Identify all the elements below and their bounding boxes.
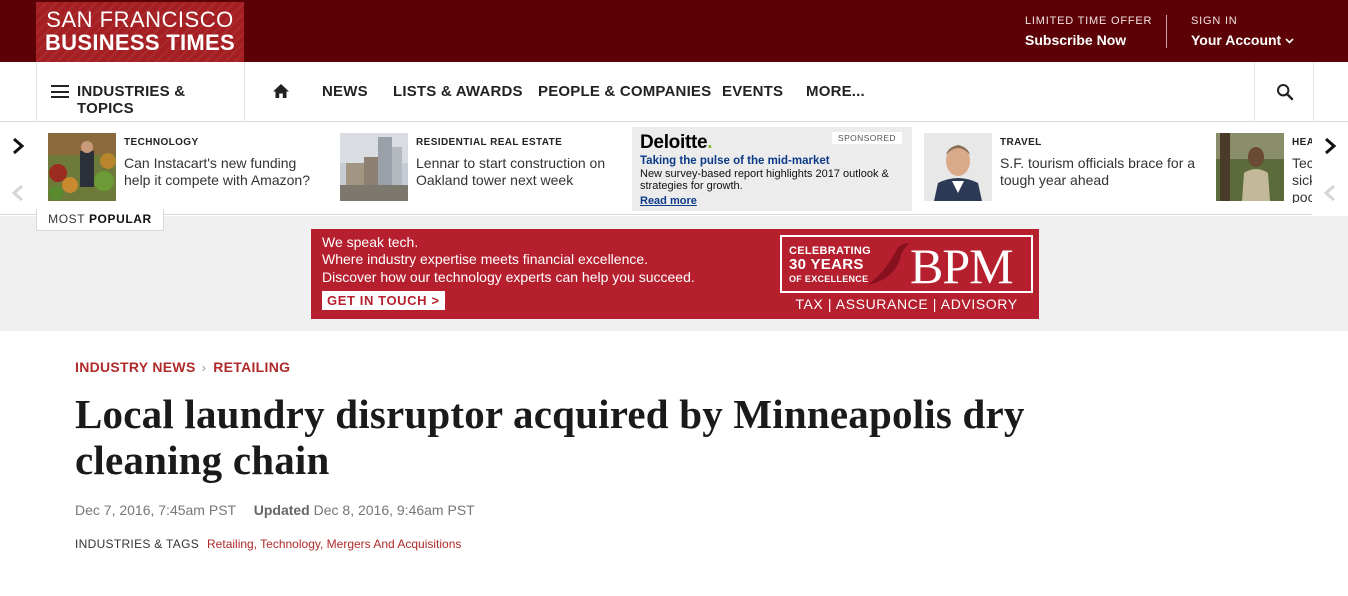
header-divider [1166,15,1167,48]
nav-lists-awards[interactable]: LISTS & AWARDS [393,83,523,100]
nav-events[interactable]: EVENTS [722,83,783,100]
bpm-swoosh-icon [868,243,910,285]
most-popular-bold: POPULAR [88,212,152,226]
chevron-down-icon[interactable] [1285,36,1294,47]
chevron-left-icon[interactable] [1323,184,1337,202]
bpm-banner-ad[interactable]: We speak tech. Where industry expertise … [311,229,1039,319]
tags-label: INDUSTRIES & TAGS [75,537,200,551]
ad-line-1: We speak tech. [322,234,419,250]
carousel-prev-button[interactable] [0,124,36,168]
carousel-next-disabled-button[interactable] [1312,171,1348,215]
sponsor-brand-dot: . [707,132,713,153]
sponsored-body: New survey-based report highlights 2017 … [640,168,889,192]
article-tags: INDUSTRIES & TAGS Retailing, Technology, … [75,537,461,551]
carousel-item[interactable]: RESIDENTIAL REAL ESTATE Lennar to start … [340,133,620,203]
carousel-title[interactable]: Can Instacart's new funding help it comp… [124,155,324,189]
breadcrumb: INDUSTRY NEWS › RETAILING [75,359,290,375]
nav-more[interactable]: MORE... [806,83,865,100]
headline-line-2: cleaning chain [75,437,330,483]
most-popular-prefix: MOST [48,212,86,226]
carousel-category: RESIDENTIAL REAL ESTATE [416,137,563,148]
sponsored-badge: SPONSORED [832,132,902,144]
bpm-wordmark: BPM [910,238,1014,294]
carousel-thumbnail[interactable] [924,133,992,201]
industries-topics-menu[interactable]: INDUSTRIES & TOPICS [36,62,245,122]
ad-years: 30 YEARS [789,256,864,273]
carousel-item[interactable]: HEA Tec sick poc [1216,133,1316,203]
offer-label: LIMITED TIME OFFER [1025,15,1153,27]
logo-line-2: BUSINESS TIMES [44,30,235,55]
sponsored-read-more-link[interactable]: Read more [640,195,697,207]
get-in-touch-button[interactable]: GET IN TOUCH > [322,291,445,310]
chevron-left-icon[interactable] [11,184,25,202]
carousel-category: TECHNOLOGY [124,137,199,148]
search-icon[interactable] [1276,83,1294,101]
headline-line-1: Local laundry disruptor acquired by Minn… [75,391,1025,437]
ad-line-3: Discover how our technology experts can … [322,269,695,285]
top-bar: SAN FRANCISCO BUSINESS TIMES LIMITED TIM… [0,0,1348,62]
carousel-thumbnail[interactable] [340,133,408,201]
breadcrumb-industry-news[interactable]: INDUSTRY NEWS [75,359,196,375]
carousel-thumbnail[interactable] [1216,133,1284,201]
sponsored-card[interactable]: Deloitte. SPONSORED Taking the pulse of … [632,127,912,211]
ad-services: TAX | ASSURANCE | ADVISORY [795,296,1018,312]
chevron-right-icon: › [201,360,207,375]
carousel-next-button[interactable] [1312,124,1348,168]
search-button[interactable] [1254,62,1314,122]
updated-date: Dec 8, 2016, 9:46am PST [313,502,475,518]
ad-line-2: Where industry expertise meets financial… [322,251,649,267]
carousel-title[interactable]: Lennar to start construction on Oakland … [416,155,616,189]
subscribe-offer[interactable]: LIMITED TIME OFFER Subscribe Now [1025,15,1152,48]
sponsored-headline[interactable]: Taking the pulse of the mid-market [640,155,830,167]
carousel-item[interactable]: TRAVEL S.F. tourism officials brace for … [924,133,1204,203]
account-link[interactable]: Your Account [1191,32,1281,48]
updated-label: Updated [253,502,310,518]
subscribe-link[interactable]: Subscribe Now [1025,32,1152,48]
most-popular-tab[interactable]: MOST POPULAR [36,209,164,231]
published-date: Dec 7, 2016, 7:45am PST [75,502,236,518]
home-icon[interactable] [272,82,290,100]
breadcrumb-retailing[interactable]: RETAILING [213,359,290,375]
carousel-title[interactable]: S.F. tourism officials brace for a tough… [1000,155,1200,189]
sponsor-logo: Deloitte. [640,132,713,154]
ad-excellence: OF EXCELLENCE [789,274,869,284]
industries-topics-label[interactable]: INDUSTRIES & TOPICS [77,83,244,117]
article-headline: Local laundry disruptor acquired by Minn… [75,391,1175,483]
carousel-thumbnail[interactable] [48,133,116,201]
site-logo[interactable]: SAN FRANCISCO BUSINESS TIMES [36,2,244,62]
account-menu[interactable]: SIGN IN Your Account [1191,15,1294,48]
signin-label: SIGN IN [1191,15,1238,27]
hamburger-icon[interactable] [51,85,69,98]
chevron-right-icon[interactable] [11,137,25,155]
nav-news[interactable]: NEWS [322,83,368,100]
sponsor-brand: Deloitte [640,132,708,153]
article-dates: Dec 7, 2016, 7:45am PST Updated Dec 8, 2… [75,502,475,518]
logo-line-1: SAN FRANCISCO [46,7,234,32]
chevron-right-icon[interactable] [1323,137,1337,155]
carousel-item[interactable]: TECHNOLOGY Can Instacart's new funding h… [48,133,328,203]
carousel-back-button[interactable] [0,171,36,215]
nav-people-companies[interactable]: PEOPLE & COMPANIES [538,83,711,100]
carousel-category: TRAVEL [1000,137,1042,148]
tags-links[interactable]: Retailing, Technology, Mergers And Acqui… [207,537,461,551]
bpm-logo-box: CELEBRATING 30 YEARS OF EXCELLENCE BPM [780,235,1033,293]
